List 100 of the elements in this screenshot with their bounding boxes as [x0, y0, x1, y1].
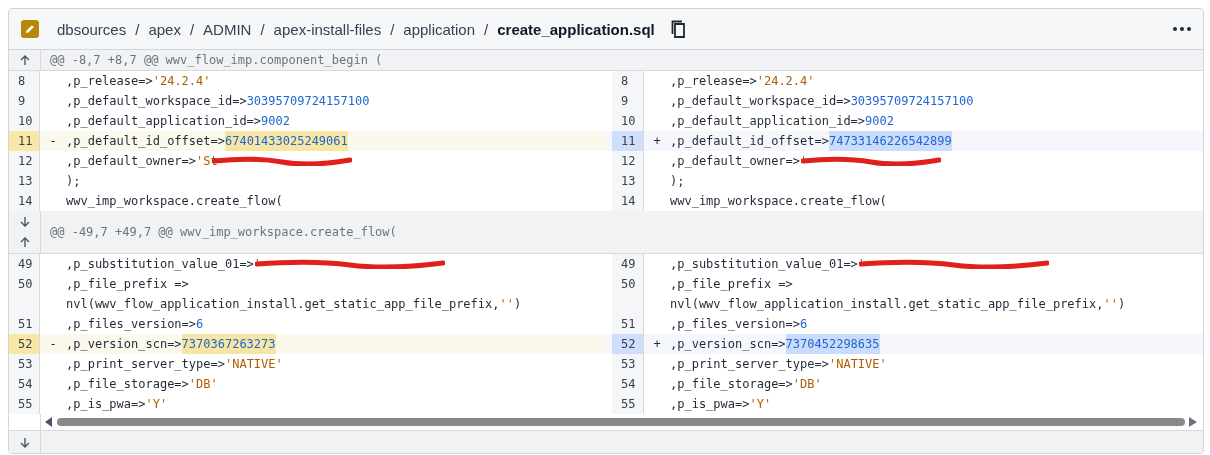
code-text: ,p_substitution_value_01=> — [66, 257, 254, 271]
code-text: ) — [513, 297, 522, 311]
code-text: ,p_default_workspace_id=> — [66, 94, 247, 108]
breadcrumb-link[interactable]: apex-install-files — [273, 20, 382, 38]
diff-marker: - — [49, 134, 57, 148]
code-text: ,p_default_id_offset=> — [66, 134, 225, 148]
code-text: 30395709724157100 — [246, 94, 370, 108]
code-text: 67401433025249061 — [224, 131, 348, 151]
code-text: 30395709724157100 — [850, 94, 974, 108]
code-text: ,p_file_prefix => — [66, 277, 189, 291]
scroll-right-icon[interactable] — [1189, 417, 1197, 427]
code-text: 'Y' — [749, 397, 772, 411]
copy-icon[interactable] — [670, 20, 687, 38]
code-text: ,p_default_workspace_id=> — [670, 94, 851, 108]
scroll-left-icon[interactable] — [45, 417, 53, 427]
line-number: 8 — [612, 71, 644, 91]
line-number: 54 — [9, 374, 40, 394]
line-number: 13 — [9, 171, 40, 191]
code-text: ,p_file_prefix => — [670, 277, 793, 291]
code-text: 6 — [800, 317, 808, 331]
line-number: 49 — [9, 254, 40, 274]
arrow-down-icon — [19, 436, 30, 448]
code-text: ,p_default_id_offset=> — [670, 134, 829, 148]
breadcrumb-link[interactable]: application — [403, 20, 476, 38]
code-text: '' — [499, 297, 514, 311]
code-text: ' — [857, 257, 866, 271]
hunk-header: @@ -49,7 +49,7 @@ wwv_imp_workspace.create_flow( — [49, 225, 397, 239]
code-text: 7370367263273 — [181, 334, 276, 354]
arrow-down-icon — [19, 215, 30, 227]
line-number: 55 — [612, 394, 644, 414]
line-number: 53 — [9, 354, 40, 374]
code-text: ,p_file_storage=> — [670, 377, 793, 391]
file-name: create_application.sql — [497, 20, 655, 38]
code-text: ' — [800, 154, 808, 168]
arrow-up-icon — [19, 54, 30, 66]
arrow-up-icon — [19, 236, 30, 248]
breadcrumb-link[interactable]: apex — [148, 20, 181, 38]
breadcrumb-separator: / — [484, 20, 489, 38]
line-number: 55 — [9, 394, 40, 414]
code-text: '' — [1103, 297, 1118, 311]
line-number: 12 — [9, 151, 40, 171]
code-text: ,p_is_pwa=> — [670, 397, 750, 411]
diff-marker: + — [653, 134, 661, 148]
diff-marker: + — [653, 337, 661, 351]
code-text: 'NATIVE' — [828, 357, 887, 371]
code-text: 74733146226542899 — [828, 131, 952, 151]
line-number: 54 — [612, 374, 644, 394]
code-text: '24.2.4' — [152, 74, 211, 88]
code-text: ); — [66, 174, 81, 188]
code-text: ,p_is_pwa=> — [66, 397, 146, 411]
pencil-icon — [21, 20, 39, 38]
code-text: ,p_print_server_type=> — [670, 357, 829, 371]
code-text: ); — [670, 174, 685, 188]
code-text: ,p_files_version=> — [670, 317, 801, 331]
line-number: 12 — [612, 151, 644, 171]
diff-marker: - — [49, 337, 57, 351]
code-text: ,p_version_scn=> — [670, 337, 786, 351]
breadcrumb-link[interactable]: dbsources — [57, 20, 127, 38]
breadcrumb-separator: / — [135, 20, 140, 38]
code-text: ,p_files_version=> — [66, 317, 197, 331]
line-number: 14 — [612, 191, 644, 211]
code-text: ,p_file_storage=> — [66, 377, 189, 391]
code-text: nvl(wwv_flow_application_install.get_static_app_file_prefix, — [66, 297, 500, 311]
line-number: 10 — [9, 111, 40, 131]
line-number: 52 — [612, 334, 644, 354]
code-text: ,p_release=> — [670, 74, 757, 88]
code-text: 'DB' — [792, 377, 822, 391]
line-number: 51 — [612, 314, 644, 334]
code-text: 'NATIVE' — [224, 357, 283, 371]
code-text: ,p_version_scn=> — [66, 337, 182, 351]
code-text: ,p_default_application_id=> — [670, 114, 866, 128]
code-text: 7370452298635 — [785, 334, 880, 354]
code-text: '24.2.4' — [756, 74, 815, 88]
code-text: 9002 — [865, 114, 894, 128]
line-number: 11 — [9, 131, 40, 151]
code-text: ,p_default_owner=> — [66, 154, 197, 168]
breadcrumb-separator: / — [189, 20, 195, 38]
code-text: ,p_default_application_id=> — [66, 114, 262, 128]
line-number: 49 — [612, 254, 644, 274]
code-text: wwv_imp_workspace.create_flow( — [670, 194, 887, 208]
breadcrumb-link[interactable]: ADMIN — [203, 20, 252, 38]
line-number: 13 — [612, 171, 644, 191]
code-text: ,p_substitution_value_01=> — [670, 257, 858, 271]
code-text: ,p_print_server_type=> — [66, 357, 225, 371]
code-text: 'Y' — [145, 397, 168, 411]
line-number: 53 — [612, 354, 644, 374]
code-text: ,p_default_owner=> — [670, 154, 801, 168]
code-text: ) — [1117, 297, 1126, 311]
hunk-header: @@ -8,7 +8,7 @@ wwv_flow_imp.component_begin ( — [49, 53, 383, 67]
line-number: 8 — [9, 71, 40, 91]
line-number: 50 — [612, 274, 644, 294]
line-number: 52 — [9, 334, 40, 354]
more-options-icon[interactable] — [1173, 27, 1191, 31]
code-text: ,p_release=> — [66, 74, 153, 88]
line-number: 10 — [612, 111, 644, 131]
line-number: 11 — [612, 131, 644, 151]
code-text: 9002 — [261, 114, 290, 128]
code-text: 'DB' — [188, 377, 218, 391]
code-text: ' — [253, 257, 262, 271]
line-number: 9 — [9, 91, 40, 111]
